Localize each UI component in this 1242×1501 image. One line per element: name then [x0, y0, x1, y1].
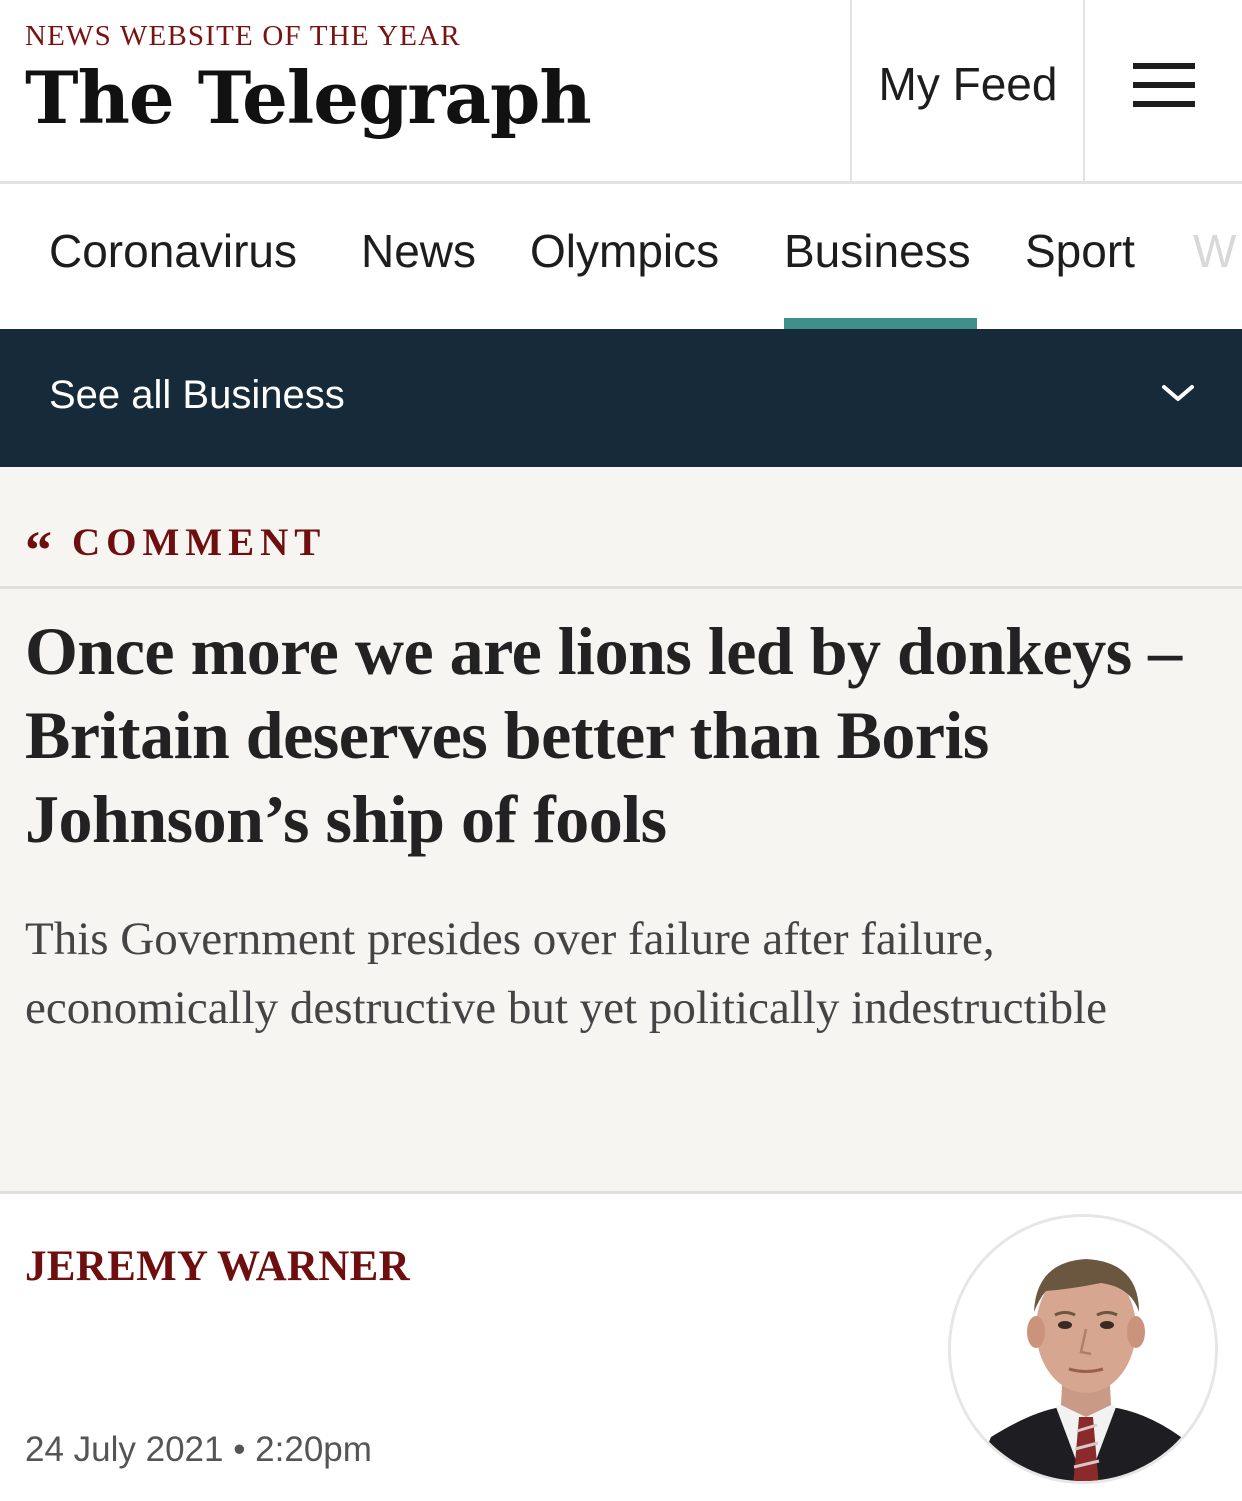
- article-standfirst: This Government presides over failure af…: [25, 913, 1107, 1034]
- nav-item-overflow[interactable]: W: [1193, 224, 1236, 278]
- nav-item-business[interactable]: Business: [784, 224, 971, 278]
- my-feed-button[interactable]: My Feed: [852, 0, 1084, 184]
- byline: JEREMY WARNER 24 July 2021 • 2:20pm: [0, 1194, 1242, 1501]
- telegraph-logo[interactable]: The Telegraph: [25, 62, 592, 134]
- author-name[interactable]: JEREMY WARNER: [25, 1242, 410, 1291]
- chevron-down-icon[interactable]: [1160, 381, 1196, 405]
- primary-nav: Coronavirus News Olympics Business Sport…: [0, 184, 1242, 329]
- kicker-label: COMMENT: [72, 520, 327, 564]
- nav-item-olympics[interactable]: Olympics: [530, 224, 719, 278]
- active-tab-indicator: [784, 318, 977, 329]
- section-kicker[interactable]: “ COMMENT: [25, 515, 327, 578]
- article-headline: Once more we are lions led by donkeys – …: [25, 613, 1182, 857]
- nav-item-news[interactable]: News: [361, 224, 476, 278]
- award-banner: NEWS WEBSITE OF THE YEAR: [25, 20, 461, 52]
- hamburger-menu-icon: [1133, 63, 1195, 107]
- nav-item-sport[interactable]: Sport: [1025, 224, 1135, 278]
- section-subnav[interactable]: See all Business: [0, 329, 1242, 467]
- publish-date: 24 July 2021 • 2:20pm: [25, 1430, 372, 1469]
- masthead: NEWS WEBSITE OF THE YEAR The Telegraph M…: [0, 0, 1242, 184]
- nav-item-coronavirus[interactable]: Coronavirus: [49, 224, 297, 278]
- quote-icon: “: [25, 520, 52, 580]
- see-all-business-link[interactable]: See all Business: [49, 373, 345, 418]
- article-header: “ COMMENT Once more we are lions led by …: [0, 467, 1242, 1191]
- divider: [0, 586, 1242, 589]
- menu-button[interactable]: [1086, 0, 1242, 184]
- author-portrait: [951, 1217, 1215, 1481]
- author-avatar[interactable]: [948, 1214, 1218, 1484]
- header-divider: [1083, 0, 1085, 184]
